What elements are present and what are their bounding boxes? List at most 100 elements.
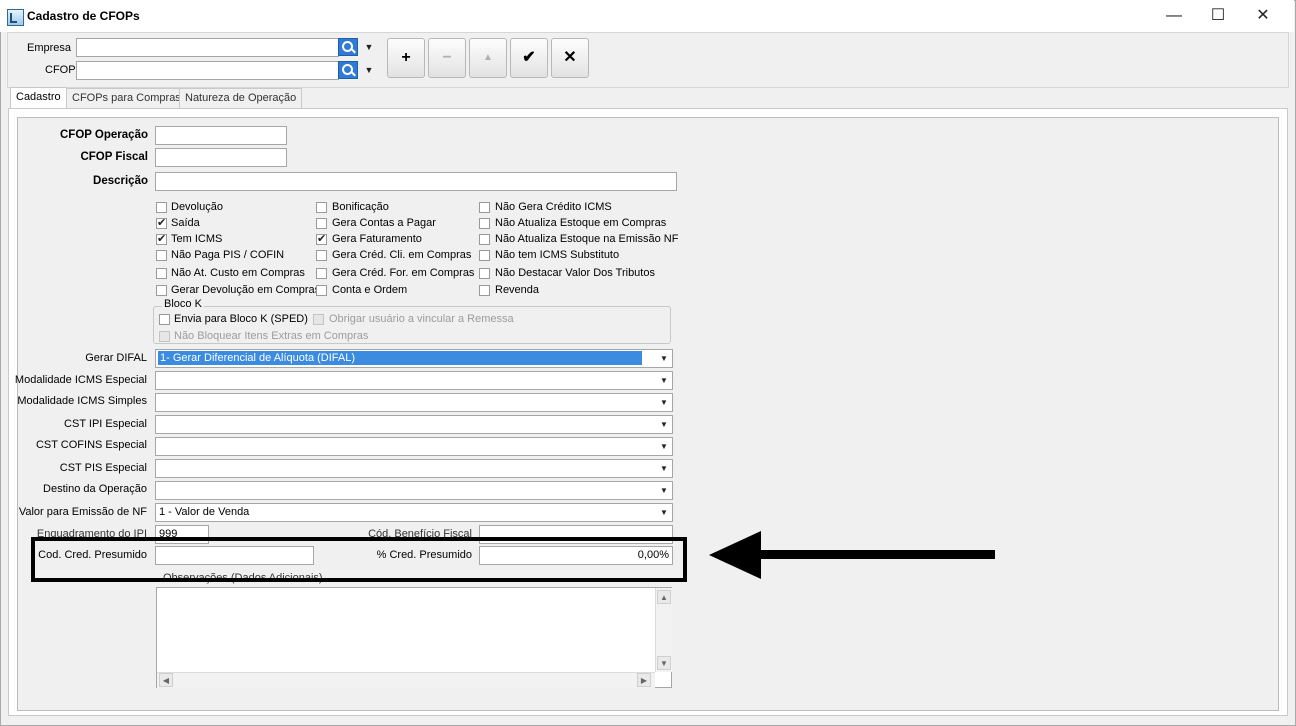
chevron-down-icon: ▼ — [660, 420, 668, 429]
nao-paga-pis-cofins-label: Não Paga PIS / COFINS — [171, 249, 284, 261]
scroll-right-icon[interactable]: ▶ — [637, 673, 651, 687]
envia-bloco-k-label: Envia para Bloco K (SPED) — [174, 313, 308, 325]
tab-cadastro[interactable]: Cadastro — [10, 87, 67, 109]
empresa-label: Empresa — [27, 42, 72, 54]
gera-faturamento-label: Gera Faturamento — [332, 233, 422, 245]
gerar-difal-label: Gerar DIFAL — [85, 352, 147, 364]
arrow-annotation-head — [709, 531, 761, 579]
empresa-input[interactable] — [76, 38, 339, 57]
gerar-difal-select[interactable]: 1- Gerar Diferencial de Alíquota (DIFAL)… — [155, 349, 673, 368]
cst-ipi-especial-label: CST IPI Especial — [64, 418, 147, 430]
gera-cred-cli-checkbox[interactable] — [316, 250, 327, 261]
modalidade-icms-simples-label: Modalidade ICMS Simples — [17, 395, 147, 407]
nao-atualiza-estoque-compras-label: Não Atualiza Estoque em Compras — [495, 217, 667, 229]
observacoes-horizontal-scrollbar[interactable]: ◀ ▶ — [157, 672, 655, 688]
destino-operacao-label: Destino da Operação — [43, 483, 147, 495]
descricao-input[interactable] — [155, 172, 677, 191]
gerar-difal-value: 1- Gerar Diferencial de Alíquota (DIFAL) — [158, 351, 642, 365]
valor-emissao-nf-value: 1 - Valor de Venda — [159, 506, 250, 518]
nao-atualiza-estoque-emissao-checkbox[interactable] — [479, 234, 490, 245]
valor-emissao-nf-label: Valor para Emissão de NF — [18, 506, 147, 518]
cancel-button[interactable]: ✕ — [551, 38, 589, 78]
obrigar-remessa-checkbox[interactable] — [313, 314, 324, 325]
devolucao-checkbox[interactable] — [156, 202, 167, 213]
chevron-down-icon: ▼ — [660, 442, 668, 451]
obrigar-remessa-label: Obrigar usuário a vincular a Remessa — [329, 313, 514, 325]
nao-at-custo-checkbox[interactable] — [156, 268, 167, 279]
title-bar: Cadastro de CFOPs — ☐ ✕ — [0, 0, 1294, 32]
modalidade-icms-especial-select[interactable]: ▼ — [155, 371, 673, 390]
nao-destacar-valor-checkbox[interactable] — [479, 268, 490, 279]
nao-at-custo-label: Não At. Custo em Compras — [171, 267, 305, 279]
bloco-k-title: Bloco K — [162, 298, 204, 310]
arrow-annotation-shaft — [758, 550, 995, 559]
gera-faturamento-checkbox[interactable] — [316, 232, 327, 245]
gera-contas-pagar-checkbox[interactable] — [316, 218, 327, 229]
cst-cofins-especial-label: CST COFINS Especial — [35, 439, 147, 451]
scroll-up-icon[interactable]: ▲ — [657, 590, 671, 604]
minimize-button[interactable]: — — [1151, 0, 1197, 32]
nao-bloquear-itens-label: Não Bloquear Itens Extras em Compras — [174, 330, 369, 342]
modalidade-icms-especial-label: Modalidade ICMS Especial — [14, 374, 147, 386]
cfop-operacao-label: CFOP Operação — [60, 129, 148, 141]
nao-tem-icms-substituto-label: Não tem ICMS Substituto — [495, 249, 620, 261]
cfop-input[interactable] — [76, 61, 339, 80]
cst-ipi-especial-select[interactable]: ▼ — [155, 415, 673, 434]
modalidade-icms-simples-select[interactable]: ▼ — [155, 393, 673, 412]
nao-bloquear-itens-checkbox[interactable] — [159, 331, 170, 342]
highlight-annotation-box — [31, 537, 687, 582]
saida-checkbox[interactable] — [156, 216, 167, 229]
revenda-checkbox[interactable] — [479, 285, 490, 296]
tab-cfops-para-compras[interactable]: CFOPs para Compras — [66, 88, 187, 108]
chevron-down-icon: ▼ — [660, 376, 668, 385]
bonificacao-label: Bonificação — [332, 201, 389, 213]
app-icon — [7, 9, 24, 26]
nao-gera-credito-icms-checkbox[interactable] — [479, 202, 490, 213]
nao-gera-credito-icms-label: Não Gera Crédito ICMS — [495, 201, 612, 213]
empresa-search-icon[interactable] — [338, 38, 358, 56]
gerar-devolucao-checkbox[interactable] — [156, 285, 167, 296]
chevron-down-icon: ▼ — [660, 508, 668, 517]
nao-atualiza-estoque-emissao-label: Não Atualiza Estoque na Emissão NF — [495, 233, 679, 245]
chevron-down-icon: ▼ — [660, 354, 668, 363]
revenda-label: Revenda — [495, 284, 540, 296]
gerar-devolucao-label: Gerar Devolução em Compras — [171, 284, 321, 296]
cfop-fiscal-input[interactable] — [155, 148, 287, 167]
cst-cofins-especial-select[interactable]: ▼ — [155, 437, 673, 456]
destino-operacao-select[interactable]: ▼ — [155, 481, 673, 500]
empresa-dropdown-icon[interactable]: ▼ — [362, 38, 376, 56]
chevron-down-icon: ▼ — [660, 398, 668, 407]
saida-label: Saída — [171, 217, 200, 229]
tem-icms-label: Tem ICMS — [171, 233, 223, 245]
gera-cred-cli-label: Gera Créd. Cli. em Compras — [332, 249, 472, 261]
cfop-label: CFOP — [45, 64, 76, 76]
scroll-left-icon[interactable]: ◀ — [159, 673, 173, 687]
scroll-down-icon[interactable]: ▼ — [657, 656, 671, 670]
conta-e-ordem-label: Conta e Ordem — [332, 284, 408, 296]
chevron-down-icon: ▼ — [660, 464, 668, 473]
nao-paga-pis-cofins-checkbox[interactable] — [156, 250, 167, 261]
nao-tem-icms-substituto-checkbox[interactable] — [479, 250, 490, 261]
cst-pis-especial-label: CST PIS Especial — [59, 462, 147, 474]
tab-natureza-de-operacao[interactable]: Natureza de Operação — [179, 88, 303, 108]
move-up-button[interactable]: ▲ — [469, 38, 507, 78]
cst-pis-especial-select[interactable]: ▼ — [155, 459, 673, 478]
add-button[interactable]: + — [387, 38, 425, 78]
remove-button[interactable]: − — [428, 38, 466, 78]
envia-bloco-k-checkbox[interactable] — [159, 314, 170, 325]
cfop-fiscal-label: CFOP Fiscal — [80, 151, 148, 163]
conta-e-ordem-checkbox[interactable] — [316, 285, 327, 296]
nao-atualiza-estoque-compras-checkbox[interactable] — [479, 218, 490, 229]
bonificacao-checkbox[interactable] — [316, 202, 327, 213]
gera-cred-for-checkbox[interactable] — [316, 268, 327, 279]
cfop-search-icon[interactable] — [338, 61, 358, 79]
valor-emissao-nf-select[interactable]: 1 - Valor de Venda ▼ — [155, 503, 673, 522]
close-button[interactable]: ✕ — [1240, 0, 1286, 32]
confirm-button[interactable]: ✔ — [510, 38, 548, 78]
cfop-dropdown-icon[interactable]: ▼ — [362, 61, 376, 79]
observacoes-vertical-scrollbar[interactable]: ▲ ▼ — [655, 588, 672, 672]
devolucao-label: Devolução — [171, 201, 223, 213]
tem-icms-checkbox[interactable] — [156, 232, 167, 245]
cfop-operacao-input[interactable] — [155, 126, 287, 145]
maximize-button[interactable]: ☐ — [1195, 0, 1241, 32]
